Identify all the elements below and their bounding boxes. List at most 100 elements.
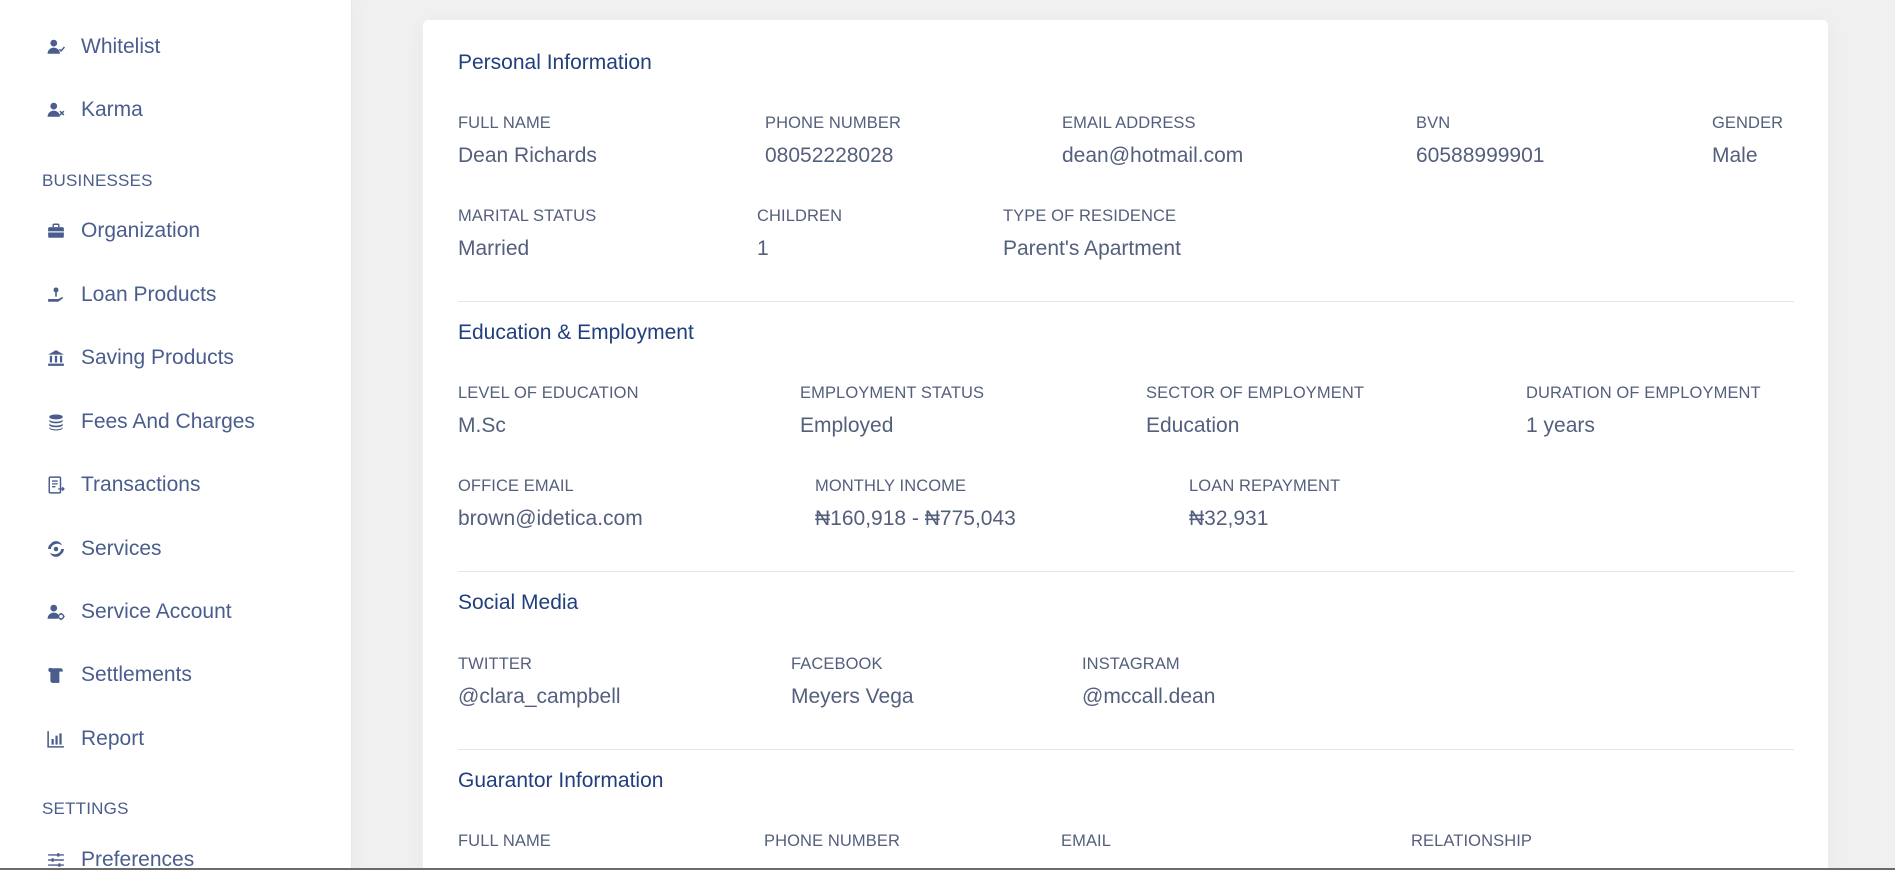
field-email-address: Email Address dean@hotmail.com: [1062, 114, 1243, 168]
field-value: 08052228028: [765, 144, 894, 167]
sliders-icon: [45, 849, 67, 870]
field-label: Email Address: [1062, 114, 1196, 132]
field-label: Children: [757, 207, 843, 225]
sidebar-item-settlements[interactable]: Settlements: [0, 655, 351, 695]
briefcase-icon: [45, 220, 67, 242]
field-label: Full Name: [458, 832, 551, 850]
field-value: M.Sc: [458, 414, 506, 437]
chart-bar-icon: [45, 728, 67, 750]
field-twitter: Twitter @clara_campbell: [458, 655, 621, 709]
sidebar-item-label: Settlements: [81, 663, 192, 686]
field-value: @clara_campbell: [458, 685, 621, 708]
field-full-name: Full Name Dean Richards: [458, 114, 597, 168]
coins-icon: [45, 411, 67, 433]
sidebar-item-label: Saving Products: [81, 346, 234, 369]
field-label: Phone Number: [764, 832, 900, 850]
field-value: Dean Richards: [458, 144, 597, 167]
guarantor-information-heading: Guarantor Information: [458, 769, 664, 792]
field-facebook: Facebook Meyers Vega: [791, 655, 914, 709]
sidebar-item-label: Karma: [81, 98, 143, 121]
field-label: Monthly Income: [815, 477, 967, 495]
sidebar-item-label: Transactions: [81, 473, 201, 496]
sidebar-section-settings: SETTINGS: [42, 799, 129, 818]
sidebar-item-label: Preferences: [81, 848, 195, 870]
field-value: 1: [757, 237, 769, 260]
field-guarantor-full-name: Full Name: [458, 832, 551, 862]
field-value: Employed: [800, 414, 894, 437]
sidebar-item-saving-products[interactable]: Saving Products: [0, 338, 351, 378]
field-guarantor-email: Email: [1061, 832, 1111, 862]
field-label: Instagram: [1082, 655, 1180, 673]
field-label: Email: [1061, 832, 1112, 850]
field-level-of-education: Level of Education M.Sc: [458, 384, 639, 438]
sidebar-item-report[interactable]: Report: [0, 719, 351, 759]
field-value: brown@idetica.com: [458, 507, 643, 530]
field-value: @mccall.dean: [1082, 685, 1216, 708]
sidebar-item-transactions[interactable]: Transactions: [0, 465, 351, 505]
user-x-icon: [45, 99, 67, 121]
personal-information-heading: Personal Information: [458, 51, 652, 74]
field-label: Loan Repayment: [1189, 477, 1341, 495]
section-divider: [458, 571, 1794, 572]
field-children: Children 1: [757, 207, 842, 261]
field-label: BVN: [1416, 114, 1451, 132]
field-value: Meyers Vega: [791, 685, 914, 708]
field-label: Level of Education: [458, 384, 639, 402]
sidebar-item-label: Services: [81, 537, 162, 560]
field-label: Gender: [1712, 114, 1784, 132]
sidebar-item-organization[interactable]: Organization: [0, 211, 351, 251]
field-value: dean@hotmail.com: [1062, 144, 1244, 167]
field-label: Sector of Employment: [1146, 384, 1365, 402]
field-value: Male: [1712, 144, 1758, 167]
sidebar-item-label: Service Account: [81, 600, 232, 623]
user-details-panel: Personal Information Full Name Dean Rich…: [422, 19, 1829, 870]
sidebar-item-label: Loan Products: [81, 283, 217, 306]
scroll-icon: [45, 664, 67, 686]
sidebar: Whitelist Karma BUSINESSES Organization …: [0, 0, 352, 870]
field-label: Phone Number: [765, 114, 901, 132]
sidebar-item-label: Organization: [81, 219, 201, 242]
field-value: Married: [458, 237, 530, 260]
field-marital-status: Marital Status Married: [458, 207, 596, 261]
field-guarantor-phone-number: Phone Number: [764, 832, 900, 862]
field-value: Education: [1146, 414, 1240, 437]
field-value: ₦160,918 - ₦775,043: [815, 507, 1016, 530]
field-label: Marital Status: [458, 207, 597, 225]
sidebar-item-service-account[interactable]: Service Account: [0, 592, 351, 632]
bank-icon: [45, 347, 67, 369]
sidebar-item-karma[interactable]: Karma: [0, 90, 351, 130]
sidebar-item-whitelist[interactable]: Whitelist: [0, 27, 351, 67]
field-employment-status: Employment Status Employed: [800, 384, 984, 438]
section-divider: [458, 749, 1794, 750]
field-loan-repayment: Loan Repayment ₦32,931: [1189, 477, 1340, 531]
user-cog-icon: [45, 601, 67, 623]
field-label: Employment Status: [800, 384, 985, 402]
field-phone-number: Phone Number 08052228028: [765, 114, 901, 168]
section-divider: [458, 301, 1794, 302]
field-label: Facebook: [791, 655, 883, 673]
field-office-email: Office Email brown@idetica.com: [458, 477, 643, 531]
field-value: 60588999901: [1416, 144, 1545, 167]
social-media-heading: Social Media: [458, 591, 579, 614]
field-label: Relationship: [1411, 832, 1533, 850]
field-label: Office Email: [458, 477, 574, 495]
field-guarantor-relationship: Relationship: [1411, 832, 1532, 862]
field-duration-of-employment: Duration of Employment 1 years: [1526, 384, 1761, 438]
sidebar-item-services[interactable]: Services: [0, 529, 351, 569]
sidebar-item-fees-and-charges[interactable]: Fees And Charges: [0, 402, 351, 442]
education-employment-heading: Education & Employment: [458, 321, 694, 344]
sidebar-item-preferences[interactable]: Preferences: [0, 840, 351, 870]
sidebar-section-businesses: BUSINESSES: [42, 171, 153, 190]
field-monthly-income: Monthly Income ₦160,918 - ₦775,043: [815, 477, 1016, 531]
field-bvn: BVN 60588999901: [1416, 114, 1544, 168]
field-instagram: Instagram @mccall.dean: [1082, 655, 1215, 709]
field-gender: Gender Male: [1712, 114, 1783, 168]
sidebar-item-label: Fees And Charges: [81, 410, 255, 433]
sidebar-item-label: Report: [81, 727, 145, 750]
field-value: Parent's Apartment: [1003, 237, 1181, 260]
galaxy-icon: [45, 538, 67, 560]
field-label: Duration of Employment: [1526, 384, 1761, 402]
field-type-of-residence: Type of Residence Parent's Apartment: [1003, 207, 1181, 261]
loan-request-icon: [45, 284, 67, 306]
sidebar-item-loan-products[interactable]: Loan Products: [0, 275, 351, 315]
